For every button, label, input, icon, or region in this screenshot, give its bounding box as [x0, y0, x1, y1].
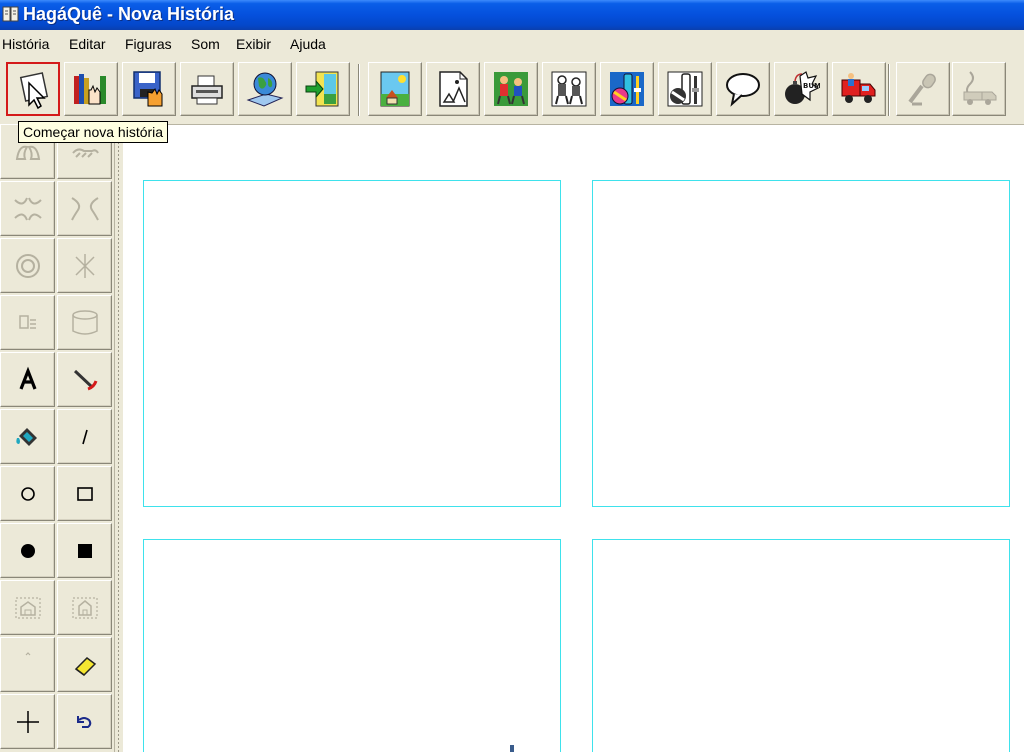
menu-historia[interactable]: História [2, 36, 49, 52]
music-truck-icon [963, 71, 997, 105]
text-tool-icon [19, 366, 37, 390]
ellipse-outline-button[interactable] [0, 466, 55, 521]
exit-door-icon [305, 71, 339, 107]
objects-icon [610, 72, 644, 106]
splitter-grip [118, 130, 119, 752]
scenery-personal-button[interactable] [426, 62, 480, 116]
enlarge-button[interactable] [57, 181, 112, 236]
comic-panel-3[interactable] [143, 539, 561, 752]
truck-icon [841, 73, 876, 103]
objects-button[interactable] [600, 62, 654, 116]
text-properties-icon [19, 315, 36, 329]
rectangle-filled-button[interactable] [57, 523, 112, 578]
internet-button[interactable] [238, 62, 292, 116]
bring-front-icon [15, 597, 41, 619]
printer-icon [191, 75, 223, 105]
send-back-button[interactable] [57, 580, 112, 635]
cylinder-icon [72, 310, 98, 335]
line-tool-button[interactable] [57, 409, 112, 464]
balloons-button[interactable] [716, 62, 770, 116]
bring-front-button[interactable] [0, 580, 55, 635]
rectangle-outline-icon [77, 487, 93, 501]
text-tool-button[interactable] [0, 352, 55, 407]
new-story-button[interactable] [6, 62, 60, 116]
characters-personal-button[interactable] [542, 62, 596, 116]
truck-button[interactable] [832, 62, 886, 116]
text-properties-button[interactable] [0, 295, 55, 350]
rotate-button[interactable] [0, 238, 55, 293]
fill-bucket-button[interactable] [0, 409, 55, 464]
scenery-button[interactable] [368, 62, 422, 116]
globe-book-icon [246, 72, 284, 107]
scenery-document-icon [439, 71, 468, 107]
comic-canvas[interactable] [123, 125, 1024, 752]
enlarge-icon [71, 197, 99, 221]
music-button[interactable] [952, 62, 1006, 116]
new-story-hand-pointer-icon [19, 72, 49, 109]
save-story-button[interactable] [122, 62, 176, 116]
comic-panel-1[interactable] [143, 180, 561, 507]
scenery-icon [380, 71, 410, 107]
characters-icon [494, 72, 528, 106]
undo-icon [77, 716, 92, 728]
crosshair-button[interactable] [0, 694, 55, 749]
record-sound-button[interactable] [896, 62, 950, 116]
pattern-button[interactable] [57, 238, 112, 293]
ellipse-outline-icon [21, 487, 35, 501]
svg-text:BUM: BUM [803, 82, 820, 90]
exit-button[interactable] [296, 62, 350, 116]
text-cursor-mark [510, 745, 514, 752]
menu-ajuda[interactable]: Ajuda [290, 36, 326, 52]
save-floppy-icon [133, 71, 163, 107]
rotate-icon [16, 254, 40, 278]
undo-button[interactable] [57, 694, 112, 749]
app-book-icon [2, 5, 20, 28]
onomatopoeia-bomb-icon: BUM [785, 71, 820, 104]
ellipse-filled-button[interactable] [0, 523, 55, 578]
toolbar-separator [888, 64, 890, 116]
toolbar: BUM [0, 58, 1024, 125]
objects-document-icon [667, 71, 703, 107]
menu-editar[interactable]: Editar [69, 36, 106, 52]
crosshair-icon [17, 711, 39, 733]
pen-color-button[interactable] [57, 352, 112, 407]
rectangle-outline-button[interactable] [57, 466, 112, 521]
tool-palette [0, 124, 114, 752]
small-dot-icon [25, 652, 31, 656]
characters-document-icon [551, 71, 587, 107]
menu-som[interactable]: Som [191, 36, 220, 52]
title-bar[interactable]: HagáQuê - Nova História [0, 0, 1024, 30]
open-books-icon [74, 74, 106, 105]
onomatopoeia-button[interactable]: BUM [774, 62, 828, 116]
menu-exibir[interactable]: Exibir [236, 36, 271, 52]
objects-personal-button[interactable] [658, 62, 712, 116]
toolbar-separator [358, 64, 360, 116]
comic-panel-4[interactable] [592, 539, 1010, 752]
print-button[interactable] [180, 62, 234, 116]
window-title: HagáQuê - Nova História [23, 4, 235, 24]
eraser-button[interactable] [57, 637, 112, 692]
shrink-button[interactable] [0, 181, 55, 236]
characters-button[interactable] [484, 62, 538, 116]
open-story-button[interactable] [64, 62, 118, 116]
pen-color-icon [73, 369, 98, 391]
app-window: HagáQuê - Nova História História Editar … [0, 0, 1024, 752]
new-story-tooltip: Começar nova história [18, 121, 169, 143]
rectangle-filled-icon [78, 544, 92, 558]
speech-balloon-icon [726, 73, 760, 107]
small-dot-button[interactable] [0, 637, 55, 692]
microphone-icon [908, 73, 936, 106]
cylinder-button[interactable] [57, 295, 112, 350]
eraser-icon [74, 657, 97, 676]
pattern-icon [75, 254, 95, 278]
line-tool-icon [82, 429, 88, 445]
ellipse-filled-icon [21, 544, 35, 558]
fill-bucket-icon [16, 428, 37, 446]
comic-panel-2[interactable] [592, 180, 1010, 507]
menu-figuras[interactable]: Figuras [125, 36, 172, 52]
send-back-icon [72, 597, 98, 619]
shrink-icon [14, 197, 42, 221]
menu-bar: História Editar Figuras Som Exibir Ajuda [0, 30, 1024, 58]
